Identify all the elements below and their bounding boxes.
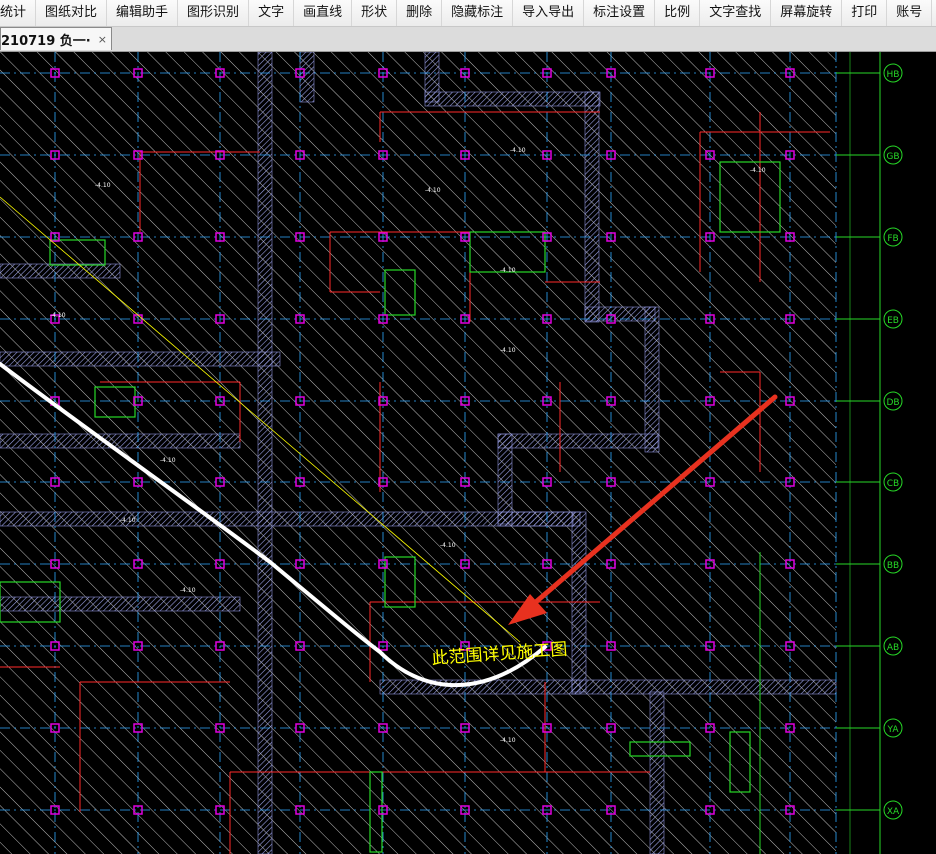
elevation-label: -4.10 (750, 167, 766, 174)
wall-segment (571, 679, 837, 695)
elevation-label: -4.10 (500, 737, 516, 744)
axis-label: BB (887, 561, 899, 571)
menu-print[interactable]: 打印 (842, 0, 888, 26)
axis-label: FB (887, 234, 898, 244)
elevation-label: -4.10 (180, 587, 196, 594)
wall-segment (424, 91, 601, 107)
elevation-label: -4.10 (160, 457, 176, 464)
axis-label: CB (887, 479, 899, 489)
wall-segment (0, 596, 241, 612)
menu-text[interactable]: 文字 (249, 0, 295, 26)
menu-account[interactable]: 账号 (887, 0, 933, 26)
menu-screen-rotate[interactable]: 屏幕旋转 (771, 0, 843, 26)
cad-drawing-canvas[interactable]: HB GB FB EB DB CB BB AB YA XA -4.10 -4.10 -4.10 -4.1… (0, 52, 936, 854)
wall-segment (644, 306, 660, 453)
menu-shape-recognition[interactable]: 图形识别 (178, 0, 250, 26)
menu-hide-annotations[interactable]: 隐藏标注 (442, 0, 514, 26)
wall-segment (649, 691, 665, 854)
menu-text-search[interactable]: 文字查找 (700, 0, 772, 26)
elevation-label: -4.10 (95, 182, 111, 189)
axis-label: XA (887, 807, 900, 817)
menu-delete[interactable]: 删除 (397, 0, 443, 26)
elevation-label: -4.10 (510, 147, 526, 154)
elevation-label: -4.10 (500, 347, 516, 354)
document-tab[interactable]: 210719 负一· × (0, 27, 112, 50)
close-icon[interactable]: × (98, 33, 107, 46)
menu-edit-assistant[interactable]: 编辑助手 (107, 0, 179, 26)
axis-label: AB (887, 643, 899, 653)
elevation-label: -4.10 (440, 542, 456, 549)
axis-label: GB (886, 152, 899, 162)
menu-shape[interactable]: 形状 (352, 0, 398, 26)
cad-drawing[interactable]: HB GB FB EB DB CB BB AB YA XA -4.10 -4.10 -4.10 -4.1… (0, 52, 936, 854)
wall-segment (0, 511, 581, 527)
menu-statistics[interactable]: 统计 (0, 0, 37, 26)
document-tab-label: 210719 负一· (1, 33, 91, 49)
axis-label: YA (887, 725, 900, 735)
axis-label: HB (887, 70, 900, 80)
wall-segment (0, 263, 121, 279)
menu-drawing-compare[interactable]: 图纸对比 (36, 0, 108, 26)
menu-annotation-settings[interactable]: 标注设置 (584, 0, 656, 26)
wall-segment (0, 351, 281, 367)
elevation-label: -4.10 (50, 312, 66, 319)
axis-label: DB (886, 398, 899, 408)
menu-bar: 统计 图纸对比 编辑助手 图形识别 文字 画直线 形状 删除 隐藏标注 导入导出 标注设置 比例 文字查… (0, 0, 936, 27)
axis-label: EB (887, 316, 899, 326)
wall-segment (0, 433, 241, 449)
menu-draw-line[interactable]: 画直线 (294, 0, 353, 26)
wall-segment (257, 52, 273, 854)
wall-segment (497, 433, 659, 449)
wall-segment (584, 91, 600, 323)
elevation-label: -4.10 (425, 187, 441, 194)
menu-scale[interactable]: 比例 (655, 0, 701, 26)
menu-import-export[interactable]: 导入导出 (513, 0, 585, 26)
elevation-label: -4.10 (120, 517, 136, 524)
wall-segment (497, 433, 513, 525)
elevation-label: -4.10 (500, 267, 516, 274)
document-tab-bar: 210719 负一· × (0, 27, 936, 52)
